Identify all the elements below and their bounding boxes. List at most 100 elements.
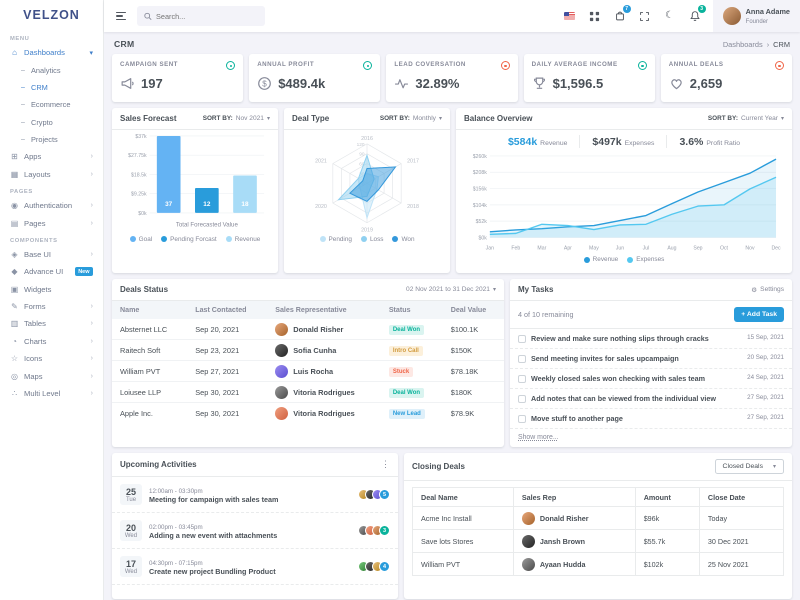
svg-text:12: 12 xyxy=(203,201,211,208)
task-checkbox[interactable] xyxy=(518,355,526,363)
search-input[interactable] xyxy=(156,12,258,21)
svg-text:Nov: Nov xyxy=(745,245,755,251)
svg-text:Total Forecasted Value: Total Forecasted Value xyxy=(176,222,239,229)
legend-item[interactable]: Won xyxy=(392,236,414,243)
sort-dropdown[interactable]: SORT BY:Current Year▾ xyxy=(708,115,784,122)
svg-text:2017: 2017 xyxy=(407,159,419,165)
legend-item[interactable]: Revenue xyxy=(584,256,619,263)
task-checkbox[interactable] xyxy=(518,335,526,343)
avatar xyxy=(723,7,741,25)
show-more-link[interactable]: Show more... xyxy=(510,429,567,446)
sidebar-item-ecommerce[interactable]: –Ecommerce xyxy=(0,96,103,113)
task-item: Move stuff to another page27 Sep, 2021 xyxy=(510,409,792,429)
table-row: William PVT Sep 27, 2021 Luis Rocha Stuc… xyxy=(112,361,504,382)
task-item: Send meeting invites for sales upcampaig… xyxy=(510,349,792,369)
sidebar-item-layouts[interactable]: ▦Layouts› xyxy=(0,166,103,183)
stat-card-annual-profit: ANNUAL PROFIT $$489.4k xyxy=(249,54,380,102)
sales-rep: Vitoria Rodrigues xyxy=(275,386,373,399)
legend-item[interactable]: Goal xyxy=(130,236,153,243)
breadcrumb-separator: › xyxy=(767,40,769,49)
card-title: Balance Overview xyxy=(464,114,532,123)
svg-text:$260k: $260k xyxy=(473,154,487,160)
avatar xyxy=(275,386,288,399)
apps-grid-icon[interactable] xyxy=(588,9,602,23)
sidebar-item-dashboards[interactable]: ⌂Dashboards▾ xyxy=(0,44,103,61)
add-task-button[interactable]: + Add Task xyxy=(734,307,784,322)
status-badge: Deal Won xyxy=(389,388,424,398)
sidebar-item-charts[interactable]: ◔Charts› xyxy=(0,333,103,350)
deals-filter-select[interactable]: Closed Deals▾ xyxy=(715,459,784,474)
sidebar-item-apps[interactable]: ⊞Apps› xyxy=(0,148,103,165)
sidebar-section-pages: PAGES xyxy=(0,183,103,197)
sidebar-item-advance-ui[interactable]: ◆Advance UINew xyxy=(0,263,103,280)
sidebar-item-crm[interactable]: –CRM xyxy=(0,79,103,96)
task-checkbox[interactable] xyxy=(518,415,526,423)
language-flag-icon[interactable] xyxy=(563,9,577,23)
sort-dropdown[interactable]: SORT BY:Nov 2021▾ xyxy=(203,115,270,122)
sidebar-item-analytics[interactable]: –Analytics xyxy=(0,61,103,78)
status-badge: Intro Call xyxy=(389,346,423,356)
sidebar-item-pages[interactable]: ▤Pages› xyxy=(0,214,103,231)
mid-row: Deals Status 02 Nov 2021 to 31 Dec 2021▾… xyxy=(112,279,792,447)
sidebar-item-tables[interactable]: ▥Tables› xyxy=(0,315,103,332)
svg-text:Sep: Sep xyxy=(693,245,702,251)
svg-text:Apr: Apr xyxy=(564,245,572,251)
brand-logo[interactable]: VELZON xyxy=(0,0,103,30)
kebab-menu-icon[interactable]: ⋮ xyxy=(381,459,390,470)
card-title: Closing Deals xyxy=(412,462,465,471)
svg-text:$18.5k: $18.5k xyxy=(131,172,147,178)
activity-item: 25Tue 12:00am - 03:30pmMeeting for campa… xyxy=(112,477,398,513)
content: CAMPAIGN SENT 197 ANNUAL PROFIT $$489.4k… xyxy=(104,54,800,600)
breadcrumb-current: CRM xyxy=(773,40,790,49)
svg-text:$37k: $37k xyxy=(135,134,147,140)
table-row: Save lots Stores Jansh Brown $55.7k 30 D… xyxy=(413,530,784,553)
sales-forecast-card: Sales Forecast SORT BY:Nov 2021▾ $37k$27… xyxy=(112,108,278,273)
legend-item[interactable]: Pending Forcast xyxy=(161,236,217,243)
svg-text:$27.75k: $27.75k xyxy=(128,153,147,159)
date-range-dropdown[interactable]: 02 Nov 2021 to 31 Dec 2021▾ xyxy=(406,286,496,293)
svg-text:2016: 2016 xyxy=(361,136,373,142)
sort-dropdown[interactable]: SORT BY:Monthly▾ xyxy=(380,115,442,122)
chevron-right-icon: › xyxy=(91,338,93,345)
svg-text:$156k: $156k xyxy=(473,187,487,193)
sidebar-item-icons[interactable]: ☆Icons› xyxy=(0,350,103,367)
sidebar-item-authentication[interactable]: ◉Authentication› xyxy=(0,197,103,214)
sidebar-item-maps[interactable]: ◎Maps› xyxy=(0,367,103,384)
page-title: CRM xyxy=(114,39,134,49)
sidebar-item-crypto[interactable]: –Crypto xyxy=(0,114,103,131)
sidebar-item-widgets[interactable]: ▣Widgets xyxy=(0,281,103,298)
topbar: 7 ☾ 3 Anna Adame Founder xyxy=(104,0,800,32)
fullscreen-icon[interactable] xyxy=(638,9,652,23)
chevron-right-icon: › xyxy=(91,171,93,178)
sidebar-item-base-ui[interactable]: ◈Base UI› xyxy=(0,246,103,263)
avatar xyxy=(275,407,288,420)
sidebar-item-projects[interactable]: –Projects xyxy=(0,131,103,148)
sidebar-item-multi-level[interactable]: ∴Multi Level› xyxy=(0,385,103,402)
svg-text:2018: 2018 xyxy=(407,204,419,210)
legend-item[interactable]: Loss xyxy=(361,236,384,243)
breadcrumb-parent[interactable]: Dashboards xyxy=(723,40,763,49)
dash-icon: – xyxy=(20,101,26,108)
legend-item[interactable]: Pending xyxy=(320,236,352,243)
closing-deals-table: Deal Name Sales Rep Amount Close Date Ac… xyxy=(412,487,784,576)
svg-text:$52k: $52k xyxy=(476,219,488,225)
task-checkbox[interactable] xyxy=(518,395,526,403)
base-ui-icon: ◈ xyxy=(10,250,19,259)
apps-icon: ⊞ xyxy=(10,152,19,161)
task-item: Add notes that can be viewed from the in… xyxy=(510,389,792,409)
avatar xyxy=(522,558,535,571)
task-checkbox[interactable] xyxy=(518,375,526,383)
user-menu[interactable]: Anna Adame Founder xyxy=(713,0,800,32)
chevron-right-icon: › xyxy=(91,153,93,160)
settings-button[interactable]: ⚙Settings xyxy=(751,286,784,294)
svg-text:37: 37 xyxy=(165,201,173,208)
dark-mode-icon[interactable]: ☾ xyxy=(663,9,677,23)
sidebar-item-forms[interactable]: ✎Forms› xyxy=(0,298,103,315)
bell-icon[interactable]: 3 xyxy=(688,9,702,23)
trend-up-icon xyxy=(638,61,647,70)
legend-item[interactable]: Revenue xyxy=(226,236,261,243)
search-icon xyxy=(144,12,152,21)
legend-item[interactable]: Expenses xyxy=(627,256,664,263)
cart-icon[interactable]: 7 xyxy=(613,9,627,23)
hamburger-icon[interactable] xyxy=(114,10,128,22)
